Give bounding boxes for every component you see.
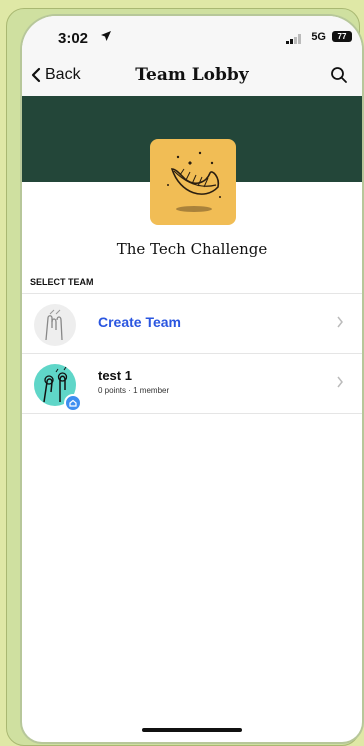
search-icon[interactable] — [330, 66, 348, 84]
phone-screen: 3:02 5G 77 Back Team Lobby The Tech Chal… — [22, 16, 362, 742]
location-arrow-icon — [101, 31, 111, 41]
chevron-right-icon — [337, 316, 343, 328]
challenge-name: The Tech Challenge — [116, 240, 268, 258]
challenge-logo — [150, 139, 236, 225]
divider — [22, 353, 362, 354]
status-bar: 3:02 5G 77 — [22, 16, 362, 56]
page-title: Team Lobby — [135, 65, 249, 85]
team-name: test 1 — [98, 368, 132, 383]
hands-avatar — [45, 309, 63, 341]
chevron-right-icon — [337, 376, 343, 388]
create-team-avatar — [34, 304, 76, 346]
team-row[interactable]: test 1 0 points · 1 member — [22, 356, 362, 412]
battery-icon: 77 — [332, 31, 352, 42]
divider — [22, 413, 362, 414]
network-label: 5G — [311, 31, 326, 43]
section-label: SELECT TEAM — [30, 277, 94, 287]
home-badge-icon — [64, 394, 82, 412]
create-team-row[interactable]: Create Team — [22, 296, 362, 352]
create-team-label: Create Team — [98, 314, 182, 330]
team-meta: 0 points · 1 member — [98, 386, 170, 395]
nav-bar: Back Team Lobby — [22, 56, 362, 96]
divider — [22, 293, 362, 294]
feather-logo — [167, 151, 221, 212]
signal-icon — [286, 34, 301, 44]
home-indicator[interactable] — [142, 728, 242, 732]
status-time: 3:02 — [58, 30, 89, 47]
